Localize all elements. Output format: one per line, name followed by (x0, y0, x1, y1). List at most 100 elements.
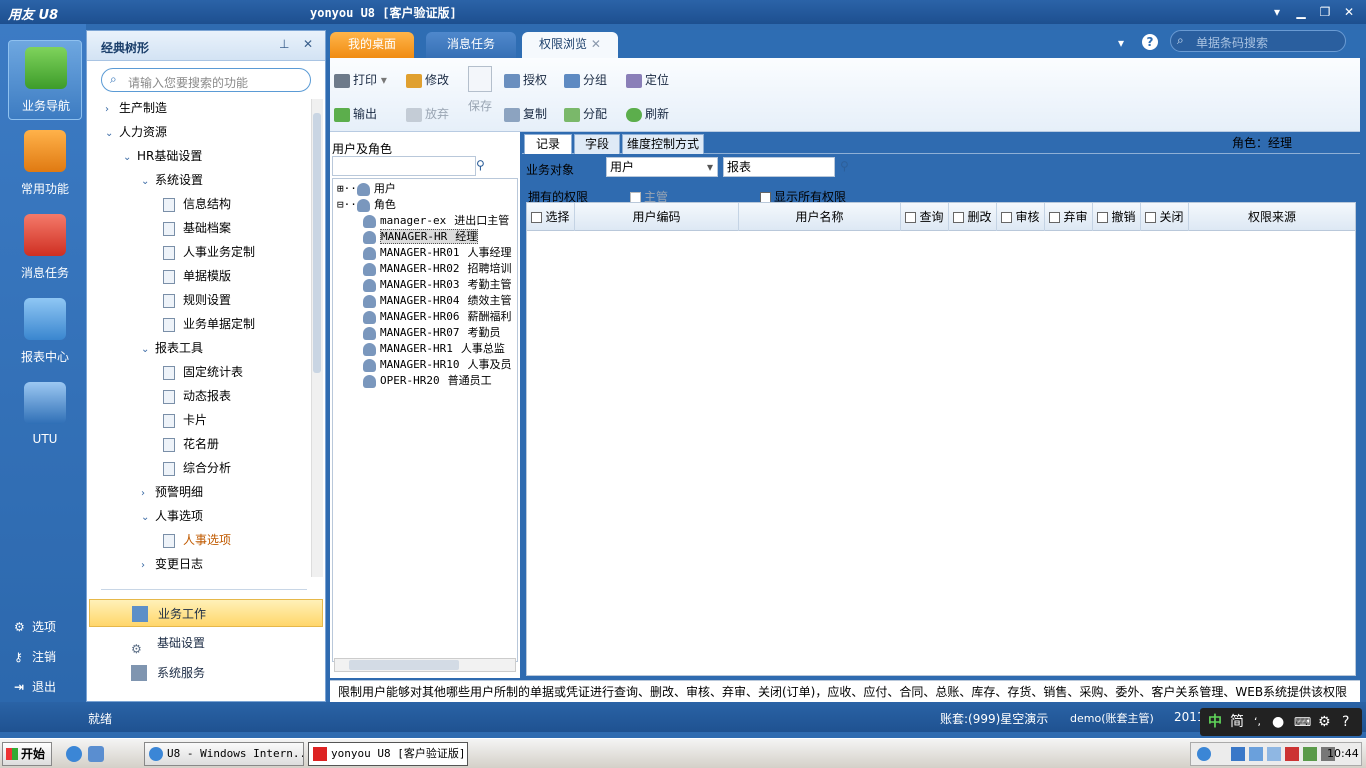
tree-item[interactable]: 基础档案 (105, 217, 309, 241)
role-item[interactable]: MANAGER-HR07 考勤员 (363, 325, 517, 341)
gear-icon[interactable]: ⚙ (1318, 708, 1331, 736)
chevron-down-icon[interactable]: ▾ (1118, 36, 1124, 50)
punctuation-icon[interactable]: ʻ, (1254, 708, 1261, 736)
help-icon[interactable]: ? (1342, 708, 1349, 736)
report-input[interactable]: 报表 (723, 157, 835, 177)
desktop-quicklaunch-icon[interactable] (88, 746, 104, 762)
chevron-right-icon[interactable]: › (141, 555, 155, 577)
tree-node-users[interactable]: ⊞·· 用户 (337, 181, 396, 197)
tray-app-icon[interactable] (1231, 747, 1245, 761)
tree-node-roles[interactable]: ⊟·· 角色 (337, 197, 396, 213)
tree-item[interactable]: ⌄ 人事选项 (105, 505, 309, 529)
chevron-down-icon[interactable]: ⌄ (141, 171, 155, 193)
ime-mode[interactable]: 中 (1208, 708, 1222, 736)
rail-reports[interactable]: 报表中心 (8, 292, 82, 372)
grant-button[interactable]: 授权 (504, 68, 547, 92)
chevron-right-icon[interactable]: › (105, 99, 119, 121)
pin-icon[interactable]: ⊥ (279, 37, 289, 51)
role-item[interactable]: MANAGER-HR02 招聘培训 (363, 261, 517, 277)
checkbox-icon[interactable] (1049, 212, 1061, 223)
tab-permission-browse[interactable]: 权限浏览 ✕ (522, 32, 618, 58)
tree-item[interactable]: › 生产制造 (105, 97, 309, 121)
tray-app-icon[interactable] (1303, 747, 1317, 761)
col-modify[interactable]: 删改 (949, 203, 997, 231)
chevron-down-icon[interactable]: ⌄ (141, 339, 155, 361)
function-search-input[interactable]: ⌕ 请输入您要搜索的功能 (101, 68, 311, 92)
u8-tray-icon[interactable] (1285, 747, 1299, 761)
print-button[interactable]: 打印 ▾ (334, 68, 387, 92)
checkbox-icon[interactable] (953, 212, 965, 223)
user-role-search-input[interactable] (332, 156, 476, 176)
checkbox-icon[interactable] (1145, 212, 1157, 223)
exit-button[interactable]: ⇥ 退出 (14, 676, 56, 698)
col-user-code[interactable]: 用户编码 (575, 203, 739, 231)
tree-item[interactable]: 业务单据定制 (105, 313, 309, 337)
tree-item[interactable]: ⌄ 系统设置 (105, 169, 309, 193)
locate-button[interactable]: 定位 (626, 68, 669, 92)
taskbar-ie-window[interactable]: U8 - Windows Intern... (144, 742, 304, 766)
checkbox-icon[interactable] (1097, 212, 1109, 223)
col-permission-source[interactable]: 权限来源 (1189, 203, 1355, 231)
scroll-thumb[interactable] (349, 660, 459, 670)
nav-business-work[interactable]: 业务工作 (89, 599, 323, 627)
options-button[interactable]: ⚙ 选项 (14, 616, 56, 638)
rail-messages[interactable]: 消息任务 (8, 208, 82, 288)
chevron-down-icon[interactable]: ⌄ (123, 147, 137, 169)
tray-app-icon[interactable] (1267, 747, 1281, 761)
logout-button[interactable]: ⚷ 注销 (14, 646, 56, 668)
col-unaudit[interactable]: 弃审 (1045, 203, 1093, 231)
help-icon[interactable]: ? (1142, 34, 1158, 50)
network-icon[interactable] (1197, 747, 1211, 761)
copy-button[interactable]: 复制 (504, 102, 547, 126)
rail-business-nav[interactable]: 业务导航 (8, 40, 82, 120)
role-item[interactable]: OPER-HR20 普通员工 (363, 373, 517, 389)
role-item[interactable]: MANAGER-HR01 人事经理 (363, 245, 517, 261)
tree-item[interactable]: 固定统计表 (105, 361, 309, 385)
minimize-button[interactable]: ▁ (1290, 3, 1312, 21)
chevron-down-icon[interactable]: ⌄ (141, 507, 155, 529)
tree-item[interactable]: 综合分析 (105, 457, 309, 481)
checkbox-icon[interactable] (531, 212, 543, 223)
role-item[interactable]: MANAGER-HR06 薪酬福利 (363, 309, 517, 325)
tree-item[interactable]: 规则设置 (105, 289, 309, 313)
tree-item[interactable]: 信息结构 (105, 193, 309, 217)
halfwidth-icon[interactable]: ● (1272, 708, 1284, 736)
subtab-dimension-control[interactable]: 维度控制方式 (622, 134, 704, 154)
chevron-down-icon[interactable]: ▾ (381, 73, 387, 87)
tree-item[interactable]: 卡片 (105, 409, 309, 433)
start-button[interactable]: 开始 (2, 742, 52, 766)
tree-scroll-thumb[interactable] (313, 113, 321, 373)
assign-button[interactable]: 分配 (564, 102, 607, 126)
role-item[interactable]: MANAGER-HR 经理 (363, 229, 517, 245)
nav-basic-settings[interactable]: ⚙ 基础设置 (89, 629, 323, 657)
role-item[interactable]: manager-ex 进出口主管 (363, 213, 517, 229)
rail-utu[interactable]: UTU (8, 376, 82, 456)
business-object-select[interactable]: 用户 ▾ (606, 157, 718, 177)
horizontal-scrollbar[interactable] (334, 658, 516, 672)
tree-item[interactable]: 人事业务定制 (105, 241, 309, 265)
tree-item[interactable]: ⌄ 人力资源 (105, 121, 309, 145)
close-button[interactable]: ✕ (1338, 3, 1360, 21)
keyboard-icon[interactable]: ⌨ (1294, 708, 1311, 736)
refresh-button[interactable]: 刷新 (626, 102, 669, 126)
tree-item[interactable]: 单据模版 (105, 265, 309, 289)
col-query[interactable]: 查询 (901, 203, 949, 231)
role-item[interactable]: MANAGER-HR10 人事及员 (363, 357, 517, 373)
chevron-down-icon[interactable]: ⌄ (105, 123, 119, 145)
close-tab-icon[interactable]: ✕ (591, 37, 601, 51)
tab-messages[interactable]: 消息任务 (426, 32, 516, 58)
tab-my-desktop[interactable]: 我的桌面 (330, 32, 414, 58)
col-select[interactable]: 选择 (527, 203, 575, 231)
binoculars-icon[interactable]: ⚲ (476, 158, 485, 172)
role-item[interactable]: MANAGER-HR03 考勤主管 (363, 277, 517, 293)
role-item[interactable]: MANAGER-HR1 人事总监 (363, 341, 517, 357)
tree-item[interactable]: 人事选项 (105, 529, 309, 553)
ime-simplified[interactable]: 简 (1230, 708, 1244, 736)
binoculars-icon[interactable]: ⚲ (840, 159, 849, 173)
collapse-icon[interactable]: ⊟ (337, 198, 344, 211)
save-button[interactable]: 保存 (468, 94, 492, 118)
rail-favorites[interactable]: 常用功能 (8, 124, 82, 204)
expand-icon[interactable]: ⊞ (337, 182, 344, 195)
export-button[interactable]: 输出 (334, 102, 377, 126)
tree-item[interactable]: › 预警明细 (105, 481, 309, 505)
